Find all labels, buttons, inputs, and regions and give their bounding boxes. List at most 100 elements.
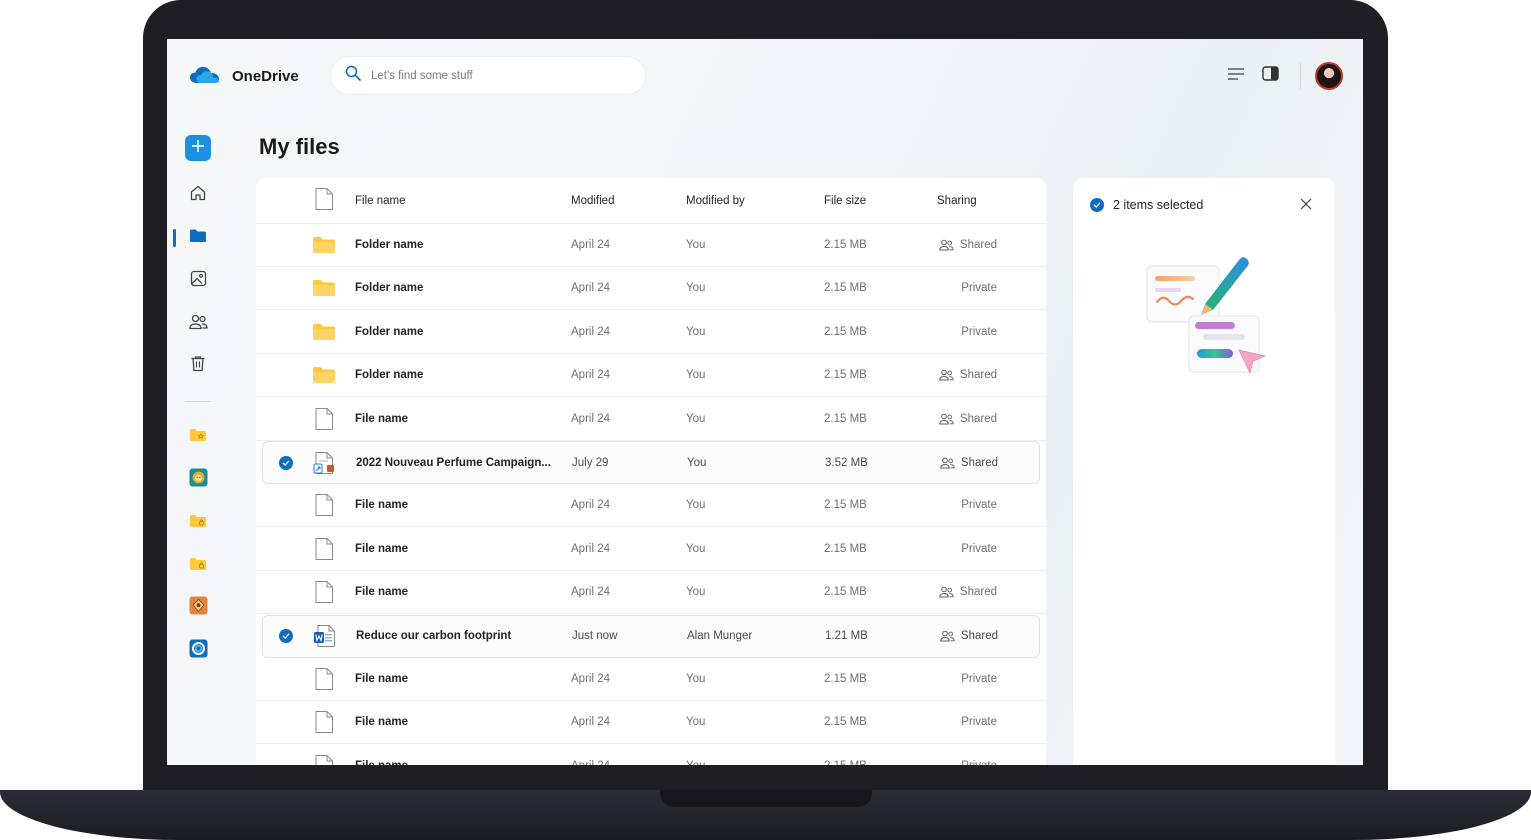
row-name[interactable]: Reduce our carbon footprint <box>356 616 511 657</box>
column-header-size[interactable]: File size <box>824 178 866 223</box>
row-name[interactable]: File name <box>355 484 408 526</box>
table-row[interactable]: File name April 24 You 2.15 MB Private <box>256 745 1046 765</box>
shared-people-icon <box>940 457 955 469</box>
shortcut-starred-folder[interactable] <box>185 424 211 450</box>
shortcut-lion-app[interactable] <box>185 467 211 493</box>
row-size: 2.15 MB <box>824 716 867 729</box>
row-sharing: Private <box>937 745 997 765</box>
row-sharing: Shared <box>938 442 998 483</box>
row-name[interactable]: Folder name <box>355 311 423 353</box>
nav-recycle-bin[interactable] <box>185 353 211 379</box>
selected-check-icon <box>1090 198 1104 212</box>
shortcut-locked-folder-2[interactable] <box>185 553 211 579</box>
close-panel-button[interactable] <box>1297 197 1315 215</box>
row-modified: April 24 <box>571 282 610 295</box>
row-modified-by: Alan Munger <box>687 630 753 643</box>
row-sharing: Private <box>937 484 997 526</box>
search-input[interactable] <box>371 69 611 82</box>
table-row[interactable]: Folder name April 24 You 2.15 MB Shared <box>256 354 1046 398</box>
table-row[interactable]: File name April 24 You 2.15 MB Private <box>256 658 1046 701</box>
row-modified: April 24 <box>571 673 610 685</box>
file-type-header[interactable] <box>312 178 336 223</box>
row-sharing: Private <box>937 701 997 743</box>
close-icon <box>1300 197 1312 215</box>
table-row-selected[interactable]: 2022 Nouveau Perfume Campaign... July 29 Y… <box>262 441 1040 484</box>
shared-people-icon <box>939 239 954 251</box>
row-name[interactable]: File name <box>355 571 408 613</box>
table-row[interactable]: Folder name April 24 You 2.15 MB Shared <box>256 224 1046 267</box>
row-modified: April 24 <box>571 586 610 599</box>
brand[interactable]: OneDrive <box>189 64 299 89</box>
table-row[interactable]: Folder name April 24 You 2.15 MB Private <box>256 267 1046 311</box>
row-name[interactable]: File name <box>355 701 408 743</box>
lion-app-icon <box>189 468 208 492</box>
row-modified-by: You <box>687 456 707 469</box>
photos-icon <box>190 270 207 292</box>
folder-icon <box>313 367 335 384</box>
row-file-icon <box>312 528 336 570</box>
row-file-icon <box>312 745 336 765</box>
row-name[interactable]: File name <box>355 745 408 765</box>
row-size: 2.15 MB <box>824 239 867 251</box>
row-name[interactable]: 2022 Nouveau Perfume Campaign... <box>356 442 551 483</box>
row-modified-by: You <box>686 239 706 251</box>
search-box[interactable] <box>331 57 645 94</box>
row-name[interactable]: File name <box>355 398 408 440</box>
file-list: File name Modified Modified by File size… <box>256 178 1046 765</box>
add-new-button[interactable] <box>185 135 211 161</box>
multi-select-illustration <box>1143 244 1268 379</box>
table-row[interactable]: File name April 24 You 2.15 MB Private <box>256 701 1046 745</box>
row-name[interactable]: File name <box>355 528 408 570</box>
row-modified: April 24 <box>571 239 610 251</box>
user-avatar[interactable] <box>1315 62 1343 90</box>
nav-shared[interactable] <box>185 311 211 337</box>
row-name[interactable]: File name <box>355 658 408 700</box>
blue-ring-app-icon <box>189 639 208 663</box>
row-name[interactable]: Folder name <box>355 224 423 266</box>
sharing-status: Private <box>961 760 997 765</box>
recycle-bin-icon <box>190 355 206 377</box>
column-header-name[interactable]: File name <box>355 178 406 223</box>
people-icon <box>940 630 955 642</box>
view-options-button[interactable] <box>1222 62 1250 90</box>
nav-photos[interactable] <box>185 268 211 294</box>
selected-check-icon[interactable] <box>279 455 293 470</box>
selected-check-icon[interactable] <box>279 629 293 644</box>
row-sharing: Shared <box>937 398 997 440</box>
sharing-status: Shared <box>959 586 997 599</box>
column-header-modified[interactable]: Modified <box>571 178 614 223</box>
table-row-selected[interactable]: Reduce our carbon footprint Just now Alan … <box>262 614 1040 658</box>
row-checkbox[interactable] <box>279 442 293 483</box>
table-row[interactable]: File name April 24 You 2.15 MB Shared <box>256 398 1046 441</box>
column-header-modified-by[interactable]: Modified by <box>686 178 745 223</box>
shortcut-locked-folder[interactable] <box>185 510 211 536</box>
selection-header: 2 items selected <box>1090 198 1203 212</box>
row-modified-by: You <box>686 499 706 512</box>
row-name[interactable]: Folder name <box>355 267 423 309</box>
row-size: 2.15 MB <box>824 745 867 765</box>
search-icon <box>345 65 361 86</box>
table-header: File name Modified Modified by File size… <box>256 178 1046 224</box>
shortcut-orange-app[interactable] <box>185 595 211 621</box>
details-pane-button[interactable] <box>1256 62 1284 90</box>
nav-home[interactable] <box>185 182 211 208</box>
table-row[interactable]: File name April 24 You 2.15 MB Private <box>256 484 1046 528</box>
table-row[interactable]: Folder name April 24 You 2.15 MB Private <box>256 311 1046 354</box>
row-file-icon <box>312 571 336 613</box>
table-row[interactable]: File name April 24 You 2.15 MB Private <box>256 528 1046 571</box>
document-icon <box>315 581 333 604</box>
row-name[interactable]: Folder name <box>355 354 423 396</box>
row-modified-by: You <box>686 716 706 729</box>
row-size: 2.15 MB <box>824 412 867 425</box>
row-file-icon <box>312 224 336 266</box>
row-size: 2.15 MB <box>824 325 867 338</box>
app-name: OneDrive <box>232 68 299 85</box>
shortcut-blue-app[interactable] <box>185 638 211 664</box>
sharing-status: Shared <box>960 456 998 469</box>
table-row[interactable]: File name April 24 You 2.15 MB Shared <box>256 571 1046 615</box>
nav-my-files[interactable] <box>173 225 211 251</box>
powerpoint-file-icon <box>313 451 334 474</box>
column-header-sharing[interactable]: Sharing <box>937 178 997 223</box>
document-icon <box>314 187 334 214</box>
row-checkbox[interactable] <box>279 616 293 657</box>
